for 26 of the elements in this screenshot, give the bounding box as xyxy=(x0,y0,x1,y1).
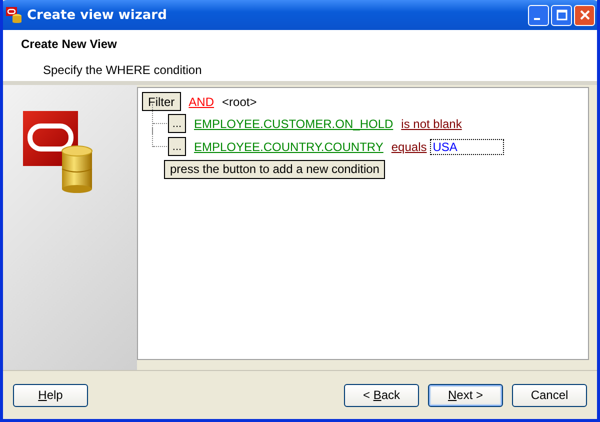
wizard-button[interactable]: Next > xyxy=(428,384,503,406)
wizard-button[interactable]: Cancel xyxy=(512,384,587,406)
add-condition-button[interactable]: press the button to add a new condition xyxy=(164,160,386,178)
condition-menu-button[interactable]: ... xyxy=(168,114,186,133)
close-icon xyxy=(578,9,590,21)
operator-link[interactable]: is not blank xyxy=(401,116,462,130)
filter-button[interactable]: Filter xyxy=(142,92,181,111)
database-logo-icon xyxy=(23,111,93,193)
close-button[interactable] xyxy=(574,4,595,26)
wizard-button[interactable]: Help xyxy=(13,384,88,406)
group-operator-link[interactable]: AND xyxy=(188,94,214,108)
page-title: Create New View xyxy=(21,37,118,51)
field-link[interactable]: EMPLOYEE.CUSTOMER.ON_HOLD xyxy=(194,116,394,130)
page-subtitle: Specify the WHERE condition xyxy=(43,63,203,77)
minimize-button[interactable] xyxy=(528,4,549,26)
value-field[interactable]: USA xyxy=(430,138,504,154)
wizard-button[interactable]: < Back xyxy=(344,384,419,406)
database-icon xyxy=(6,7,22,23)
operator-link[interactable]: equals xyxy=(391,140,427,154)
root-node-label: <root> xyxy=(222,94,257,108)
maximize-icon xyxy=(556,9,568,21)
window-title: Create view wizard xyxy=(27,8,168,22)
field-link[interactable]: EMPLOYEE.COUNTRY.COUNTRY xyxy=(194,140,384,154)
condition-menu-button[interactable]: ... xyxy=(168,137,186,156)
minimize-icon xyxy=(534,18,540,20)
maximize-button[interactable] xyxy=(551,4,572,26)
